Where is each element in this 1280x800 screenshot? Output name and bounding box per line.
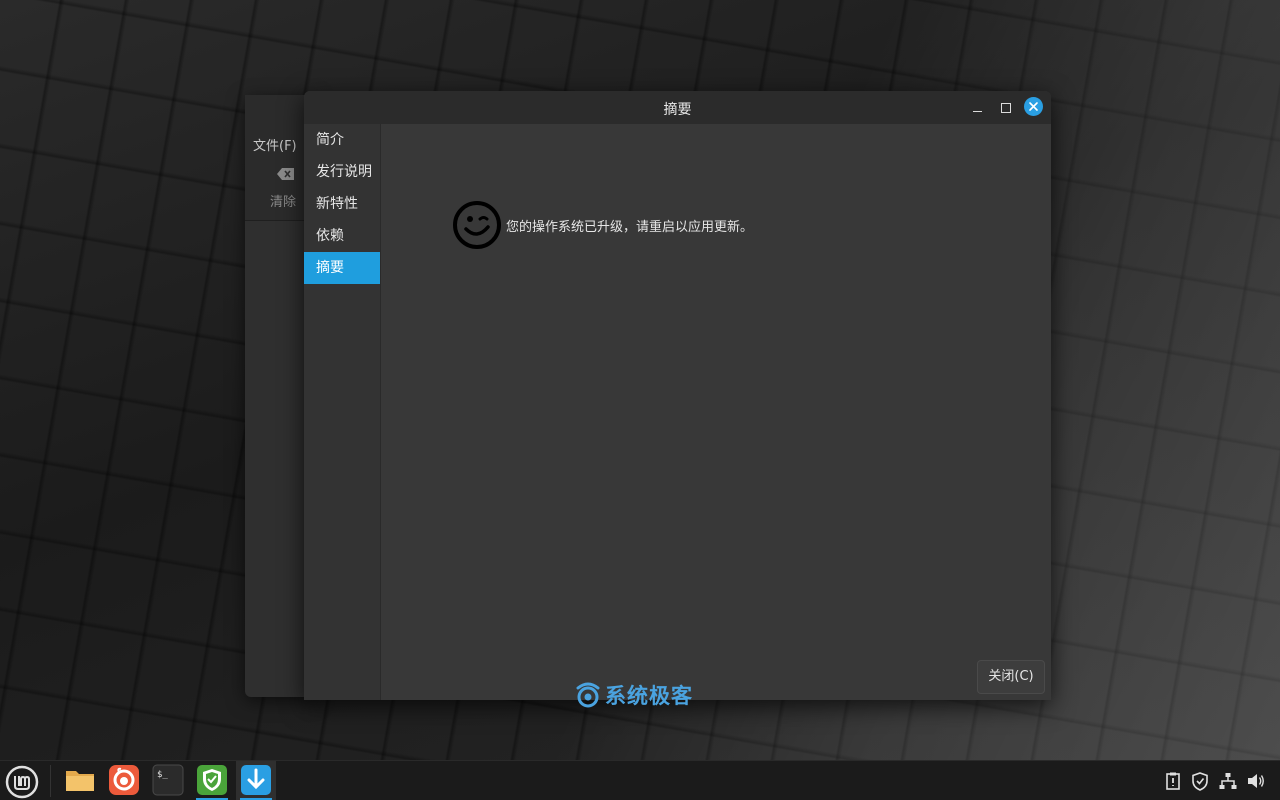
clear-button-label[interactable]: 清除 bbox=[270, 191, 296, 210]
minimize-button[interactable] bbox=[968, 98, 988, 118]
update-download-app[interactable] bbox=[236, 761, 276, 800]
maximize-button[interactable] bbox=[996, 98, 1016, 118]
close-window-button[interactable] bbox=[1024, 97, 1043, 116]
watermark-logo-icon bbox=[576, 682, 600, 708]
close-icon bbox=[1029, 102, 1038, 111]
content-pane: 您的操作系统已升级，请重启以应用更新。 bbox=[381, 124, 1051, 700]
sidebar-item-new-features[interactable]: 新特性 bbox=[304, 188, 380, 220]
upgrade-complete-message: 您的操作系统已升级，请重启以应用更新。 bbox=[506, 219, 754, 235]
sidebar-item-intro[interactable]: 简介 bbox=[304, 124, 380, 156]
watermark: 系统极客 bbox=[574, 680, 693, 710]
shield-icon[interactable] bbox=[1190, 771, 1210, 791]
terminal-icon[interactable]: $_ bbox=[152, 764, 184, 796]
menu-file[interactable]: 文件(F) bbox=[253, 135, 297, 154]
wink-smiley-icon bbox=[453, 201, 501, 249]
firefox-icon[interactable] bbox=[108, 764, 140, 796]
watermark-text: 系统极客 bbox=[605, 684, 693, 708]
mint-menu-icon[interactable] bbox=[4, 764, 40, 800]
update-download-icon bbox=[241, 765, 271, 795]
update-manager-shield-icon bbox=[197, 765, 227, 795]
message-row: 您的操作系统已升级，请重启以应用更新。 bbox=[452, 200, 753, 250]
svg-text:$_: $_ bbox=[157, 770, 168, 780]
update-manager-app[interactable] bbox=[196, 764, 228, 800]
volume-icon[interactable] bbox=[1246, 771, 1266, 791]
clear-icon[interactable] bbox=[277, 168, 295, 180]
window-title: 摘要 bbox=[663, 102, 692, 118]
taskbar-divider bbox=[50, 765, 51, 797]
sidebar-item-dependencies[interactable]: 依赖 bbox=[304, 220, 380, 252]
sidebar: 简介 发行说明 新特性 依赖 摘要 bbox=[304, 124, 381, 700]
sidebar-item-summary[interactable]: 摘要 bbox=[304, 252, 380, 284]
titlebar[interactable]: 摘要 bbox=[304, 91, 1051, 124]
summary-dialog: 摘要 简介 发行说明 新特性 依赖 摘要 您的操作系统已升级，请重启以应用更新。… bbox=[304, 91, 1051, 700]
network-icon[interactable] bbox=[1218, 771, 1238, 791]
taskbar: $_ bbox=[0, 760, 1280, 800]
clipboard-icon[interactable] bbox=[1163, 771, 1183, 791]
sidebar-item-release-notes[interactable]: 发行说明 bbox=[304, 156, 380, 188]
files-icon[interactable] bbox=[64, 764, 96, 796]
close-button[interactable]: 关闭(C) bbox=[977, 660, 1045, 694]
